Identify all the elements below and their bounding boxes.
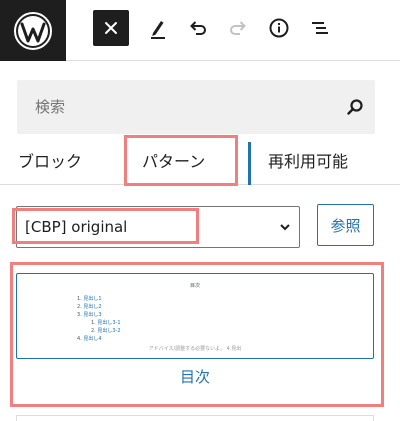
close-icon [105, 22, 117, 34]
list-view-icon [312, 22, 328, 34]
info-icon [269, 18, 289, 38]
undo-icon [190, 21, 206, 35]
list-view-button[interactable] [302, 10, 338, 46]
next-pattern-card[interactable] [16, 415, 374, 421]
highlight-category-select [12, 208, 199, 244]
tools-button[interactable] [138, 10, 174, 46]
search-box [17, 80, 375, 134]
highlight-patterns-tab [124, 135, 238, 186]
block-inserter-panel: ブロック パターン 再利用可能 [CBP] original 参照 目次 1. … [0, 61, 400, 421]
search-icon[interactable] [344, 96, 366, 118]
search-input[interactable] [17, 80, 317, 134]
undo-button[interactable] [180, 10, 216, 46]
redo-button[interactable] [220, 10, 256, 46]
browse-button[interactable]: 参照 [317, 204, 374, 246]
wordpress-logo-icon[interactable] [0, 0, 66, 61]
close-button[interactable] [93, 10, 129, 46]
highlight-pattern-card [10, 262, 384, 407]
tab-blocks[interactable]: ブロック [18, 134, 82, 185]
pencil-icon [151, 21, 165, 39]
editor-toolbar [0, 0, 400, 61]
details-button[interactable] [261, 10, 297, 46]
chevron-down-icon [280, 224, 290, 231]
tab-reusable[interactable]: 再利用可能 [268, 134, 348, 185]
redo-icon [230, 21, 246, 35]
active-tab-indicator [248, 142, 251, 185]
